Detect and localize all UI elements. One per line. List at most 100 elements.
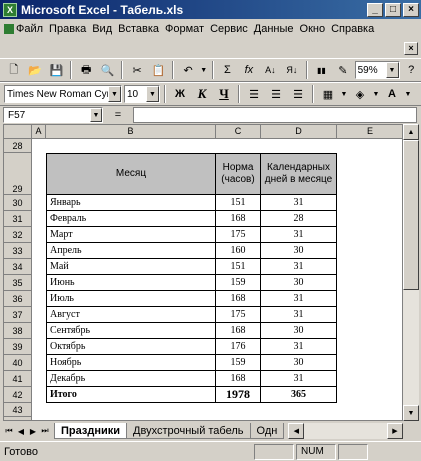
help-icon[interactable]: ? — [402, 60, 421, 80]
bold-button[interactable]: Ж — [170, 84, 190, 104]
align-left-icon[interactable]: ☰ — [244, 84, 264, 104]
undo-icon[interactable]: ↶ — [178, 60, 197, 80]
formula-input[interactable] — [133, 107, 417, 123]
save-icon[interactable]: 💾 — [47, 60, 66, 80]
excel-doc-icon[interactable] — [4, 24, 14, 34]
table-cell-days[interactable]: 30 — [261, 275, 337, 291]
table-cell-month[interactable]: Июль — [46, 291, 216, 307]
font-color-icon[interactable]: A — [382, 84, 402, 104]
excel-app-icon[interactable]: X — [3, 2, 17, 17]
underline-button[interactable]: Ч — [214, 84, 234, 104]
font-color-dropdown-icon[interactable]: ▼ — [404, 84, 412, 104]
table-cell-norm[interactable]: 151 — [216, 259, 261, 275]
table-cell-norm[interactable]: 160 — [216, 243, 261, 259]
chevron-down-icon[interactable]: ▼ — [146, 86, 159, 102]
column-header[interactable]: D — [261, 125, 337, 139]
total-label[interactable]: Итого — [46, 387, 216, 403]
print-icon[interactable]: 🖶 — [76, 60, 95, 80]
font-size-select[interactable]: 10 ▼ — [124, 85, 160, 103]
row-header[interactable]: 33 — [4, 243, 32, 259]
row-header[interactable]: 35 — [4, 275, 32, 291]
first-sheet-icon[interactable]: ⏮ — [3, 424, 15, 438]
table-cell-norm[interactable]: 168 — [216, 371, 261, 387]
row-header[interactable]: 29 — [4, 153, 32, 195]
table-cell-month[interactable]: Январь — [46, 195, 216, 211]
name-box[interactable]: F57 ▼ — [3, 107, 103, 123]
chevron-down-icon[interactable]: ▼ — [90, 108, 102, 122]
scroll-thumb[interactable] — [403, 140, 419, 290]
sort-ascending-icon[interactable]: А↓ — [261, 60, 280, 80]
table-cell-days[interactable]: 31 — [261, 195, 337, 211]
table-cell-norm[interactable]: 168 — [216, 291, 261, 307]
table-cell-norm[interactable]: 175 — [216, 227, 261, 243]
table-cell-days[interactable]: 31 — [261, 371, 337, 387]
fill-color-dropdown-icon[interactable]: ▼ — [372, 84, 380, 104]
chevron-down-icon[interactable]: ▼ — [385, 62, 399, 78]
row-header[interactable]: 40 — [4, 355, 32, 371]
row-header[interactable]: 42 — [4, 387, 32, 403]
row-header[interactable]: 32 — [4, 227, 32, 243]
chart-wizard-icon[interactable]: ▮▮ — [312, 60, 331, 80]
maximize-button[interactable]: □ — [385, 2, 401, 17]
row-header[interactable]: 37 — [4, 307, 32, 323]
spreadsheet-grid[interactable]: A B C D E 28 29 Месяц Норма (часов) Календарных д… — [3, 124, 403, 421]
borders-icon[interactable]: ▦ — [318, 84, 338, 104]
menu-item[interactable]: Справка — [328, 19, 377, 38]
menu-item[interactable]: Правка — [46, 19, 89, 38]
minimize-button[interactable]: _ — [367, 2, 383, 17]
table-cell-days[interactable]: 31 — [261, 259, 337, 275]
table-cell-month[interactable]: Май — [46, 259, 216, 275]
font-select[interactable]: Times New Roman Cyr ▼ — [4, 85, 122, 103]
table-cell-norm[interactable]: 168 — [216, 323, 261, 339]
vertical-scrollbar[interactable]: ▲ ▼ — [403, 124, 419, 421]
table-cell-days[interactable]: 31 — [261, 291, 337, 307]
sort-descending-icon[interactable]: Я↓ — [282, 60, 301, 80]
table-cell-month[interactable]: Апрель — [46, 243, 216, 259]
total-norm[interactable]: 1978 — [216, 387, 261, 403]
drawing-icon[interactable]: ✎ — [333, 60, 352, 80]
table-cell-days[interactable]: 31 — [261, 307, 337, 323]
row-header[interactable]: 38 — [4, 323, 32, 339]
column-header[interactable]: C — [216, 125, 261, 139]
table-cell-norm[interactable]: 151 — [216, 195, 261, 211]
menu-item[interactable]: Окно — [297, 19, 329, 38]
row-header[interactable]: 30 — [4, 195, 32, 211]
menu-item[interactable]: Сервис — [207, 19, 251, 38]
align-center-icon[interactable]: ☰ — [266, 84, 286, 104]
scroll-left-icon[interactable]: ◀ — [288, 423, 305, 439]
autosum-icon[interactable]: Σ — [218, 60, 237, 80]
menu-item[interactable]: Данные — [251, 19, 297, 38]
table-cell-days[interactable]: 31 — [261, 339, 337, 355]
row-header[interactable]: 39 — [4, 339, 32, 355]
total-days[interactable]: 365 — [261, 387, 337, 403]
table-cell-month[interactable]: Декабрь — [46, 371, 216, 387]
table-cell-month[interactable]: Октябрь — [46, 339, 216, 355]
prev-sheet-icon[interactable]: ◀ — [15, 424, 27, 438]
sheet-tab[interactable]: Одн — [249, 423, 285, 439]
table-cell-norm[interactable]: 176 — [216, 339, 261, 355]
undo-dropdown-icon[interactable]: ▼ — [200, 60, 208, 80]
sheet-tab[interactable]: Двухстрочный табель — [126, 423, 251, 439]
table-cell-norm[interactable]: 168 — [216, 211, 261, 227]
menu-item[interactable]: Файл — [2, 19, 46, 38]
column-header[interactable]: B — [46, 125, 216, 139]
table-cell-norm[interactable]: 159 — [216, 275, 261, 291]
table-cell-norm[interactable]: 159 — [216, 355, 261, 371]
row-header[interactable]: 36 — [4, 291, 32, 307]
column-header[interactable]: E — [337, 125, 402, 139]
borders-dropdown-icon[interactable]: ▼ — [340, 84, 348, 104]
row-header[interactable]: 31 — [4, 211, 32, 227]
row-header[interactable]: 43 — [4, 403, 32, 417]
menu-item[interactable]: Вставка — [115, 19, 162, 38]
scroll-right-icon[interactable]: ▶ — [387, 423, 403, 439]
scroll-down-icon[interactable]: ▼ — [403, 405, 419, 421]
last-sheet-icon[interactable]: ⏭ — [39, 424, 51, 438]
column-header[interactable]: A — [32, 125, 46, 139]
table-cell-month[interactable]: Март — [46, 227, 216, 243]
select-all-corner[interactable] — [4, 125, 32, 139]
table-cell-norm[interactable]: 175 — [216, 307, 261, 323]
row-header[interactable]: 34 — [4, 259, 32, 275]
cut-icon[interactable]: ✂ — [127, 60, 146, 80]
menu-item[interactable]: Вид — [89, 19, 115, 38]
function-icon[interactable]: fx — [239, 60, 258, 80]
